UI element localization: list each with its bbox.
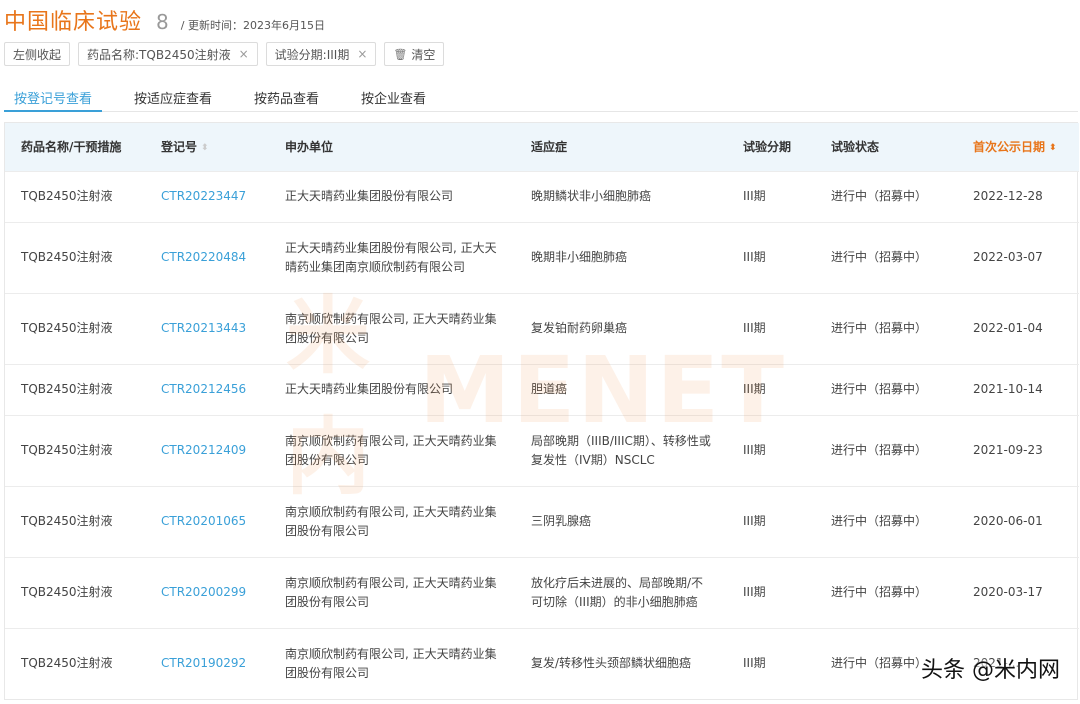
column-header-id-label: 登记号 [161, 140, 198, 155]
collapse-sidebar-button[interactable]: 左侧收起 [4, 42, 71, 66]
page-title: 中国临床试验 [4, 10, 143, 35]
column-header-id[interactable]: 登记号 ⬍ [145, 123, 269, 171]
table-row: TQB2450注射液 CTR20201065 南京顺欣制药有限公司, 正大天晴药… [5, 485, 1079, 557]
clear-filters-button[interactable]: 🗑 清空 [384, 42, 445, 66]
cell-drug: TQB2450注射液 [5, 363, 145, 415]
clear-filters-label: 清空 [411, 47, 436, 62]
cell-date: 2022-12-28 [957, 170, 1079, 222]
column-header-date-label: 首次公示日期 [973, 140, 1046, 155]
cell-status: 进行中（招募中） [815, 414, 957, 486]
cell-indication: 复发铂耐药卵巢癌 [515, 292, 727, 364]
view-tabs: 按登记号查看 按适应症查看 按药品查看 按企业查看 [4, 82, 1078, 112]
cell-sponsor: 南京顺欣制药有限公司, 正大天晴药业集团股份有限公司 [269, 292, 515, 364]
filter-chip-phase-label: 试验分期:III期 [274, 47, 350, 62]
cell-registration-link[interactable]: CTR20200299 [145, 556, 269, 628]
table-row: TQB2450注射液 CTR20213443 南京顺欣制药有限公司, 正大天晴药… [5, 292, 1079, 364]
column-header-date[interactable]: 首次公示日期 ⬍ [957, 123, 1079, 171]
cell-phase: III期 [727, 556, 815, 628]
table-row: TQB2450注射液 CTR20212456 正大天晴药业集团股份有限公司 胆道… [5, 363, 1079, 415]
cell-indication: 晚期鳞状非小细胞肺癌 [515, 170, 727, 222]
cell-registration-link[interactable]: CTR20220484 [145, 221, 269, 293]
cell-status: 进行中（招募中） [815, 292, 957, 364]
cell-date: 2020-06-01 [957, 485, 1079, 557]
table-row: TQB2450注射液 CTR20190292 南京顺欣制药有限公司, 正大天晴药… [5, 627, 1079, 699]
cell-indication: 胆道癌 [515, 363, 727, 415]
source-credit: 头条 @米内网 [921, 658, 1060, 683]
trash-icon: 🗑 [393, 47, 408, 61]
cell-date: 2022-01-04 [957, 292, 1079, 364]
cell-status: 进行中（招募中） [815, 485, 957, 557]
cell-sponsor: 南京顺欣制药有限公司, 正大天晴药业集团股份有限公司 [269, 485, 515, 557]
cell-drug: TQB2450注射液 [5, 414, 145, 486]
cell-drug: TQB2450注射液 [5, 556, 145, 628]
close-icon[interactable]: × [239, 47, 249, 61]
cell-registration-link[interactable]: CTR20212409 [145, 414, 269, 486]
cell-phase: III期 [727, 170, 815, 222]
filter-bar: 左侧收起 药品名称:TQB2450注射液 × 试验分期:III期 × 🗑 清空 [4, 42, 445, 66]
table-row: TQB2450注射液 CTR20220484 正大天晴药业集团股份有限公司, 正… [5, 221, 1079, 293]
tab-by-indication[interactable]: 按适应症查看 [124, 82, 222, 112]
cell-status: 进行中（招募中） [815, 170, 957, 222]
cell-indication: 放化疗后未进展的、局部晚期/不可切除（III期）的非小细胞肺癌 [515, 556, 727, 628]
column-header-indication: 适应症 [531, 140, 568, 155]
cell-phase: III期 [727, 292, 815, 364]
page-header: 中国临床试验 8 / 更新时间：2023年6月15日 [4, 4, 325, 36]
cell-phase: III期 [727, 485, 815, 557]
table-row: TQB2450注射液 CTR20223447 正大天晴药业集团股份有限公司 晚期… [5, 170, 1079, 222]
cell-sponsor: 南京顺欣制药有限公司, 正大天晴药业集团股份有限公司 [269, 627, 515, 699]
table-header-row: 药品名称/干预措施 登记号 ⬍ 申办单位 适应症 试验分期 试验状态 首次公示日期… [5, 123, 1079, 171]
cell-indication: 三阴乳腺癌 [515, 485, 727, 557]
cell-date: 2021-10-14 [957, 363, 1079, 415]
table-row: TQB2450注射液 CTR20212409 南京顺欣制药有限公司, 正大天晴药… [5, 414, 1079, 486]
cell-registration-link[interactable]: CTR20213443 [145, 292, 269, 364]
collapse-sidebar-label: 左侧收起 [13, 47, 62, 62]
table-row: TQB2450注射液 CTR20200299 南京顺欣制药有限公司, 正大天晴药… [5, 556, 1079, 628]
sort-icon[interactable]: ⬍ [201, 143, 209, 153]
cell-indication: 复发/转移性头颈部鳞状细胞癌 [515, 627, 727, 699]
cell-date: 2022-03-07 [957, 221, 1079, 293]
tab-by-registration[interactable]: 按登记号查看 [4, 82, 103, 112]
cell-drug: TQB2450注射液 [5, 627, 145, 699]
tab-by-drug[interactable]: 按药品查看 [244, 82, 329, 112]
cell-sponsor: 南京顺欣制药有限公司, 正大天晴药业集团股份有限公司 [269, 556, 515, 628]
cell-registration-link[interactable]: CTR20223447 [145, 170, 269, 222]
update-time: / 更新时间：2023年6月15日 [180, 19, 325, 32]
cell-registration-link[interactable]: CTR20190292 [145, 627, 269, 699]
cell-drug: TQB2450注射液 [5, 485, 145, 557]
cell-date: 2020-03-17 [957, 556, 1079, 628]
column-header-sponsor: 申办单位 [285, 140, 334, 155]
filter-chip-phase: 试验分期:III期 × [265, 42, 377, 66]
cell-sponsor: 正大天晴药业集团股份有限公司 [269, 363, 515, 415]
cell-drug: TQB2450注射液 [5, 170, 145, 222]
sort-icon[interactable]: ⬍ [1049, 143, 1057, 153]
tab-by-company[interactable]: 按企业查看 [351, 82, 436, 112]
close-icon[interactable]: × [357, 47, 367, 61]
cell-phase: III期 [727, 363, 815, 415]
cell-status: 进行中（招募中） [815, 556, 957, 628]
cell-phase: III期 [727, 627, 815, 699]
filter-chip-drug-label: 药品名称:TQB2450注射液 [87, 47, 231, 62]
column-header-status: 试验状态 [831, 140, 880, 155]
cell-sponsor: 南京顺欣制药有限公司, 正大天晴药业集团股份有限公司 [269, 414, 515, 486]
cell-indication: 晚期非小细胞肺癌 [515, 221, 727, 293]
cell-date: 2021-09-23 [957, 414, 1079, 486]
cell-registration-link[interactable]: CTR20212456 [145, 363, 269, 415]
column-header-drug: 药品名称/干预措施 [21, 140, 122, 155]
cell-sponsor: 正大天晴药业集团股份有限公司, 正大天晴药业集团南京顺欣制药有限公司 [269, 221, 515, 293]
cell-drug: TQB2450注射液 [5, 292, 145, 364]
result-count: 8 [156, 10, 169, 34]
filter-chip-drug: 药品名称:TQB2450注射液 × [78, 42, 258, 66]
cell-indication: 局部晚期（IIIB/IIIC期）、转移性或复发性（IV期）NSCLC [515, 414, 727, 486]
cell-drug: TQB2450注射液 [5, 221, 145, 293]
trials-table: 药品名称/干预措施 登记号 ⬍ 申办单位 适应症 试验分期 试验状态 首次公示日期… [4, 122, 1079, 700]
cell-phase: III期 [727, 221, 815, 293]
cell-sponsor: 正大天晴药业集团股份有限公司 [269, 170, 515, 222]
cell-phase: III期 [727, 414, 815, 486]
cell-status: 进行中（招募中） [815, 221, 957, 293]
cell-registration-link[interactable]: CTR20201065 [145, 485, 269, 557]
cell-status: 进行中（招募中） [815, 363, 957, 415]
column-header-phase: 试验分期 [743, 140, 792, 155]
